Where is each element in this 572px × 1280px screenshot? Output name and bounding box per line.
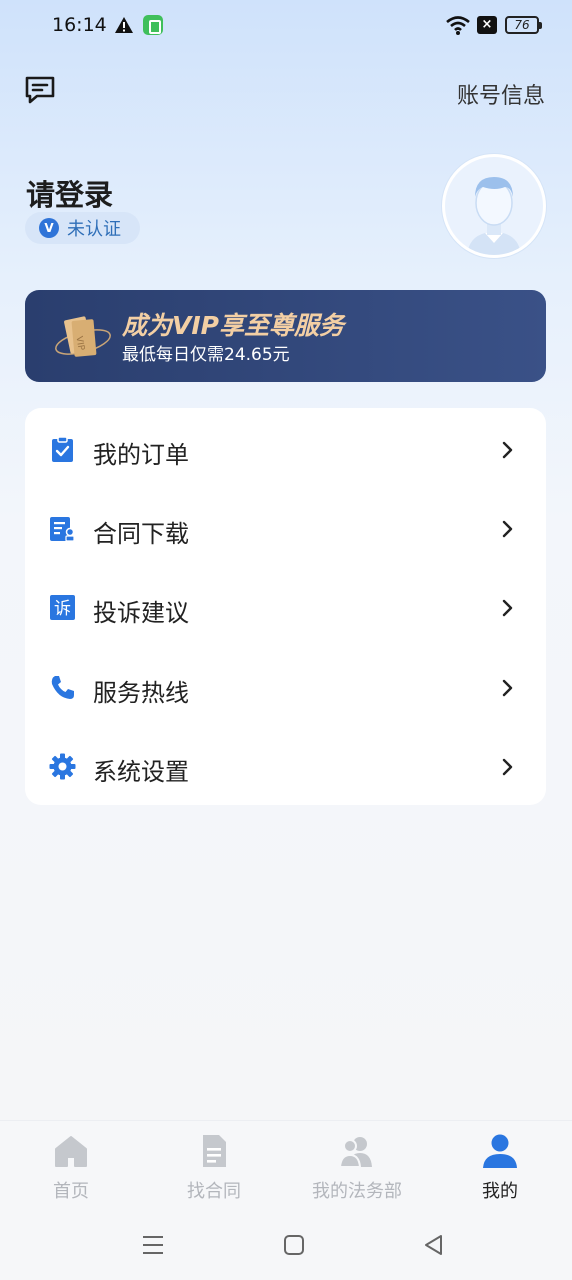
order-clipboard-icon	[52, 436, 73, 462]
menu-label: 服务热线	[93, 679, 189, 707]
nav-home[interactable]: 首页	[6, 1133, 136, 1203]
verified-v-icon: V	[39, 218, 59, 238]
complaint-icon: 诉	[50, 595, 75, 620]
chevron-right-icon	[502, 441, 513, 459]
avatar-icon	[467, 177, 521, 255]
chevron-right-icon	[502, 599, 513, 617]
status-time: 16:14	[52, 14, 107, 36]
nav-legal-department[interactable]: 我的法务部	[292, 1133, 422, 1203]
vip-title: 成为VIP享至尊服务	[122, 311, 344, 340]
vip-subtitle: 最低每日仅需24.65元	[122, 345, 290, 365]
vip-banner[interactable]: VIP 成为VIP享至尊服务 最低每日仅需24.65元	[25, 290, 546, 382]
menu-item-contract-download[interactable]: 合同下载	[25, 489, 546, 567]
menu-item-system-settings[interactable]: 系统设置	[25, 727, 546, 805]
back-triangle-icon[interactable]	[421, 1232, 447, 1258]
menu-label: 投诉建议	[93, 599, 189, 627]
wifi-icon	[446, 16, 470, 35]
nav-me[interactable]: 我的	[435, 1133, 565, 1203]
chevron-right-icon	[502, 679, 513, 697]
svg-text:诉: 诉	[54, 599, 71, 619]
user-icon	[483, 1134, 517, 1168]
message-icon[interactable]	[24, 75, 56, 105]
warning-icon	[115, 17, 133, 33]
status-bar: 16:14 × 76	[0, 0, 572, 52]
nav-label: 我的法务部	[312, 1181, 402, 1202]
chevron-right-icon	[502, 520, 513, 538]
document-icon	[203, 1135, 226, 1167]
team-icon	[339, 1137, 372, 1168]
home-icon	[55, 1136, 87, 1167]
chevron-right-icon	[502, 758, 513, 776]
nav-label: 找合同	[187, 1181, 241, 1202]
home-square-icon[interactable]	[281, 1232, 307, 1258]
menu-label: 系统设置	[93, 758, 189, 786]
system-nav-bar	[0, 1212, 572, 1280]
gear-icon	[49, 753, 76, 780]
menu-label: 我的订单	[93, 441, 189, 469]
menu-card: 我的订单 合同下载 诉 投诉建议 服务热线 系统设置	[25, 408, 546, 805]
bottom-nav: 首页 找合同 我的法务部 我的	[0, 1120, 572, 1212]
app-notification-icon	[143, 15, 163, 35]
avatar[interactable]	[442, 154, 546, 258]
contract-download-icon	[50, 517, 75, 542]
menu-item-complaints[interactable]: 诉 投诉建议	[25, 568, 546, 646]
menu-item-my-orders[interactable]: 我的订单	[25, 410, 546, 488]
battery-icon: 76	[505, 16, 542, 34]
sim-blocked-icon: ×	[477, 16, 497, 34]
nav-find-contract[interactable]: 找合同	[149, 1133, 279, 1203]
verification-status: 未认证	[67, 219, 121, 240]
verification-badge[interactable]: V 未认证	[25, 212, 140, 244]
vip-card-icon: VIP	[55, 316, 111, 357]
nav-label: 首页	[53, 1181, 89, 1202]
menu-label: 合同下载	[93, 520, 189, 548]
login-prompt[interactable]: 请登录	[26, 172, 113, 214]
menu-item-service-hotline[interactable]: 服务热线	[25, 648, 546, 726]
menu-icon[interactable]	[140, 1232, 166, 1258]
phone-icon	[51, 676, 74, 699]
nav-label: 我的	[482, 1181, 518, 1202]
account-info-link[interactable]: 账号信息	[457, 78, 545, 110]
